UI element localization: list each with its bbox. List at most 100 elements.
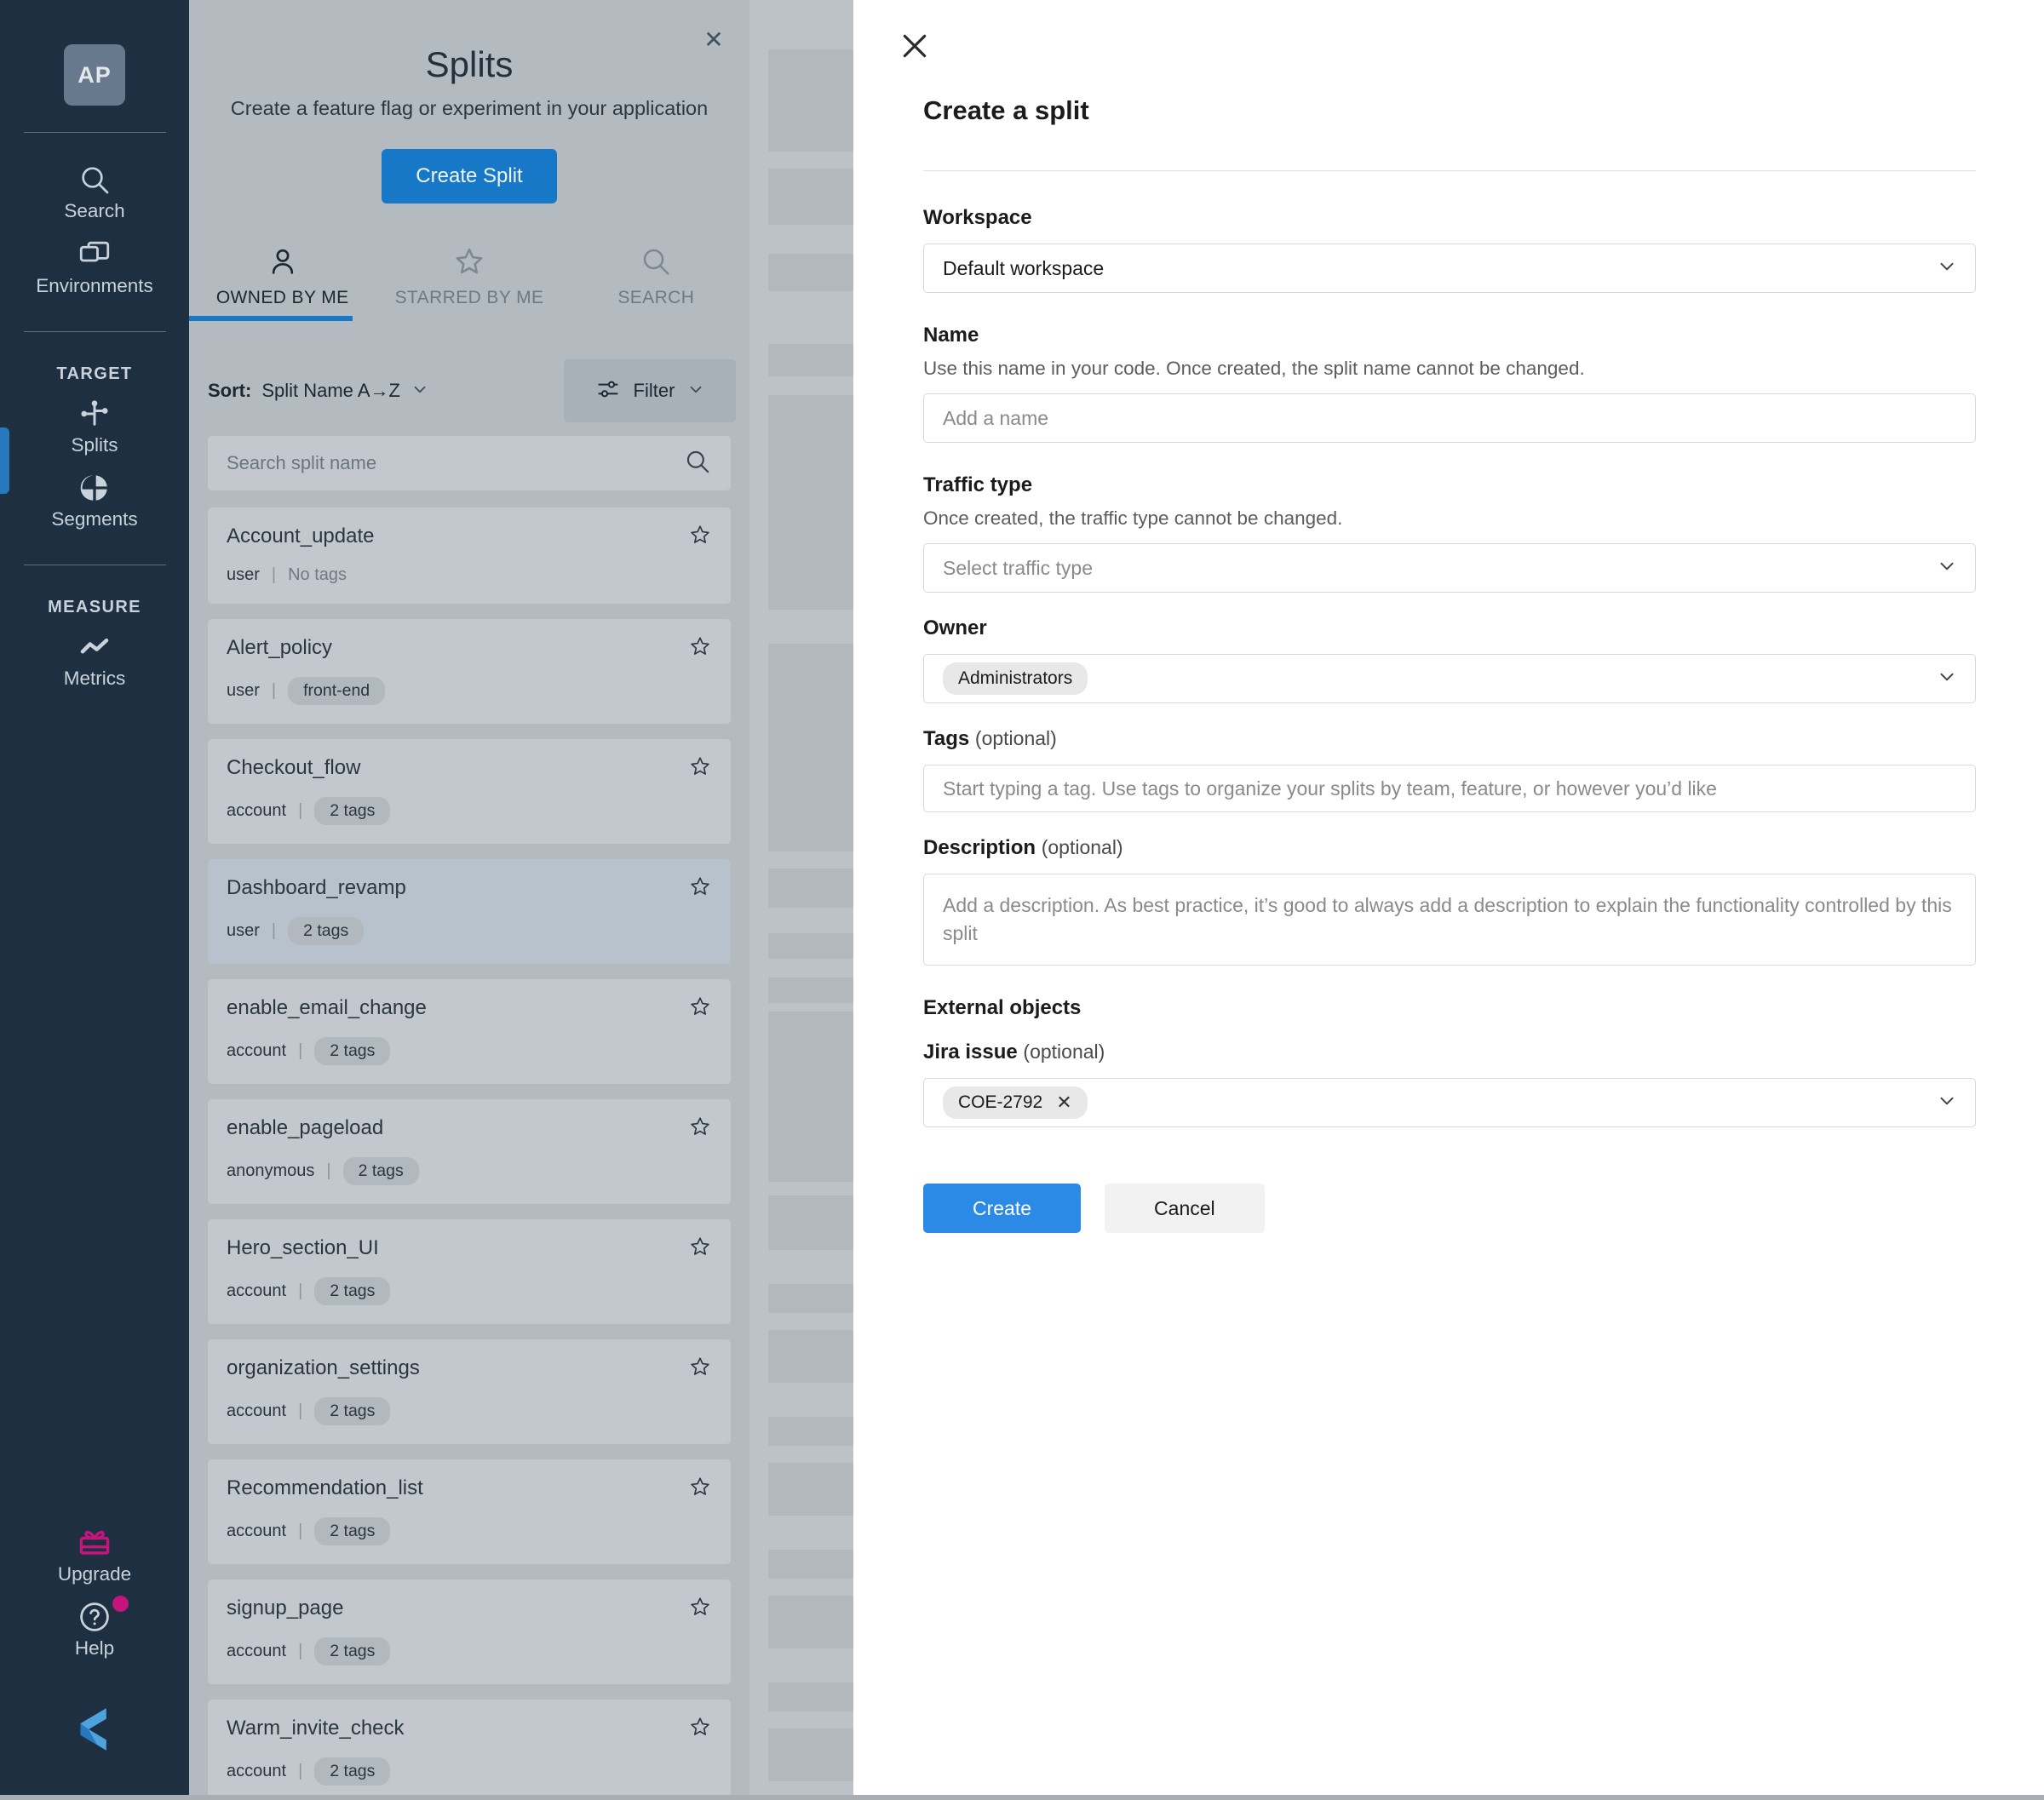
help-icon <box>76 1596 129 1636</box>
traffic-type-select[interactable]: Select traffic type <box>923 543 1976 593</box>
close-icon[interactable]: ✕ <box>702 28 726 52</box>
split-name: signup_page <box>227 1596 344 1619</box>
split-name: Checkout_flow <box>227 756 361 779</box>
nav-group-target: TARGET <box>56 364 133 383</box>
owner-select[interactable]: Administrators <box>923 654 1976 703</box>
workspace-select[interactable]: Default workspace <box>923 244 1976 293</box>
sidebar-item-metrics[interactable]: Metrics <box>0 622 189 697</box>
create-split-button[interactable]: Create Split <box>382 149 557 204</box>
traffic-type-group: Traffic type Once created, the traffic t… <box>923 473 1976 593</box>
sidebar-item-upgrade[interactable]: Upgrade <box>0 1518 189 1593</box>
name-input-placeholder: Add a name <box>943 406 1049 429</box>
split-name: organization_settings <box>227 1356 420 1379</box>
avatar[interactable]: AP <box>64 44 125 106</box>
sidebar-item-search[interactable]: Search <box>0 155 189 230</box>
split-tags: 2 tags <box>314 1277 391 1305</box>
sidebar-item-splits[interactable]: Splits <box>0 389 189 464</box>
split-list-item[interactable]: signup_page account | 2 tags <box>208 1579 731 1684</box>
split-list-item[interactable]: Alert_policy user | front-end <box>208 619 731 724</box>
star-icon[interactable] <box>688 754 712 778</box>
star-icon[interactable] <box>688 1715 712 1739</box>
split-tags: front-end <box>288 677 386 705</box>
sidebar-item-label: Upgrade <box>57 1562 132 1585</box>
cancel-button[interactable]: Cancel <box>1105 1184 1265 1233</box>
split-meta: user | No tags <box>227 565 712 585</box>
split-list-item[interactable]: Dashboard_revamp user | 2 tags <box>208 859 731 964</box>
nav-group-measure: MEASURE <box>48 598 141 616</box>
description-textarea[interactable]: Add a description. As best practice, it’… <box>923 874 1976 966</box>
gift-icon <box>76 1524 113 1562</box>
create-button[interactable]: Create <box>923 1184 1082 1233</box>
nav-divider-top <box>23 132 166 133</box>
star-icon[interactable] <box>688 1115 712 1138</box>
name-input[interactable]: Add a name <box>923 393 1976 443</box>
split-tags: 2 tags <box>314 1037 391 1065</box>
split-list-item[interactable]: Hero_section_UI account | 2 tags <box>208 1219 731 1324</box>
split-list-item[interactable]: organization_settings account | 2 tags <box>208 1339 731 1444</box>
sidebar-item-environments[interactable]: Environments <box>0 230 189 305</box>
avatar-initials: AP <box>78 61 112 88</box>
filter-button[interactable]: Filter <box>564 359 736 422</box>
chevron-down-icon <box>1936 255 1958 282</box>
split-list-item[interactable]: enable_pageload anonymous | 2 tags <box>208 1099 731 1204</box>
sort-value[interactable]: Split Name A→Z <box>261 380 400 402</box>
owner-chip-label: Administrators <box>958 668 1073 688</box>
name-label: Name <box>923 324 979 347</box>
jira-issue-chip-label: COE-2792 <box>958 1092 1043 1112</box>
meta-divider: | <box>326 1161 331 1180</box>
split-logo-icon[interactable] <box>66 1701 123 1757</box>
drawer-divider <box>923 170 1976 171</box>
split-traffic-type: account <box>227 1402 287 1420</box>
split-list-item[interactable]: Recommendation_list account | 2 tags <box>208 1459 731 1564</box>
sidebar-item-label: Search <box>64 200 125 221</box>
meta-divider: | <box>298 1281 303 1300</box>
split-meta: anonymous | 2 tags <box>227 1157 712 1185</box>
chevron-down-icon <box>1936 1090 1958 1116</box>
star-icon[interactable] <box>688 1235 712 1258</box>
split-traffic-type: account <box>227 1762 287 1780</box>
meta-divider: | <box>298 801 303 820</box>
owner-label: Owner <box>923 616 987 639</box>
sidebar-item-label: Environments <box>36 274 153 296</box>
split-list-item[interactable]: Checkout_flow account | 2 tags <box>208 739 731 844</box>
split-list-item[interactable]: enable_email_change account | 2 tags <box>208 979 731 1084</box>
star-icon[interactable] <box>688 995 712 1018</box>
star-icon[interactable] <box>688 1355 712 1379</box>
splits-panel: ✕ Splits Create a feature flag or experi… <box>189 0 749 1800</box>
description-group: Description (optional) Add a description… <box>923 836 1976 966</box>
star-icon[interactable] <box>688 634 712 658</box>
sidebar-item-segments[interactable]: Segments <box>0 463 189 538</box>
jira-issue-select[interactable]: COE-2792 ✕ <box>923 1078 1976 1127</box>
tab-search[interactable]: SEARCH <box>563 239 749 315</box>
search-icon[interactable] <box>683 447 712 480</box>
background-content-skeleton <box>749 0 853 1800</box>
tab-starred-by-me[interactable]: STARRED BY ME <box>376 239 562 315</box>
close-icon[interactable] <box>898 29 932 63</box>
split-traffic-type: account <box>227 1041 287 1060</box>
split-name: Alert_policy <box>227 636 333 659</box>
tags-input[interactable]: Start typing a tag. Use tags to organize… <box>923 765 1976 812</box>
split-list-item[interactable]: Account_update user | No tags <box>208 507 731 604</box>
splits-list: Account_update user | No tags Alert_policy us… <box>189 507 749 1800</box>
star-icon[interactable] <box>688 1475 712 1499</box>
remove-jira-issue-icon[interactable]: ✕ <box>1056 1093 1071 1112</box>
star-icon[interactable] <box>688 1595 712 1619</box>
meta-divider: | <box>298 1402 303 1420</box>
split-name: enable_email_change <box>227 996 427 1019</box>
search-split-input[interactable]: Search split name <box>208 436 731 490</box>
star-icon[interactable] <box>688 523 712 547</box>
split-meta: account | 2 tags <box>227 1397 712 1425</box>
split-tags: 2 tags <box>288 917 365 945</box>
tab-label: STARRED BY ME <box>394 288 544 307</box>
split-list-item[interactable]: Warm_invite_check account | 2 tags <box>208 1700 731 1800</box>
tab-owned-by-me[interactable]: OWNED BY ME <box>189 239 376 321</box>
split-tags: 2 tags <box>314 797 391 825</box>
split-name: Warm_invite_check <box>227 1717 405 1740</box>
external-objects-label: External objects <box>923 996 1082 1019</box>
star-icon <box>376 239 562 278</box>
jira-issue-label: Jira issue (optional) <box>923 1040 1976 1064</box>
search-icon <box>78 161 112 198</box>
chevron-down-icon[interactable] <box>411 380 429 403</box>
sidebar-item-help[interactable]: Help <box>0 1592 189 1667</box>
star-icon[interactable] <box>688 874 712 898</box>
